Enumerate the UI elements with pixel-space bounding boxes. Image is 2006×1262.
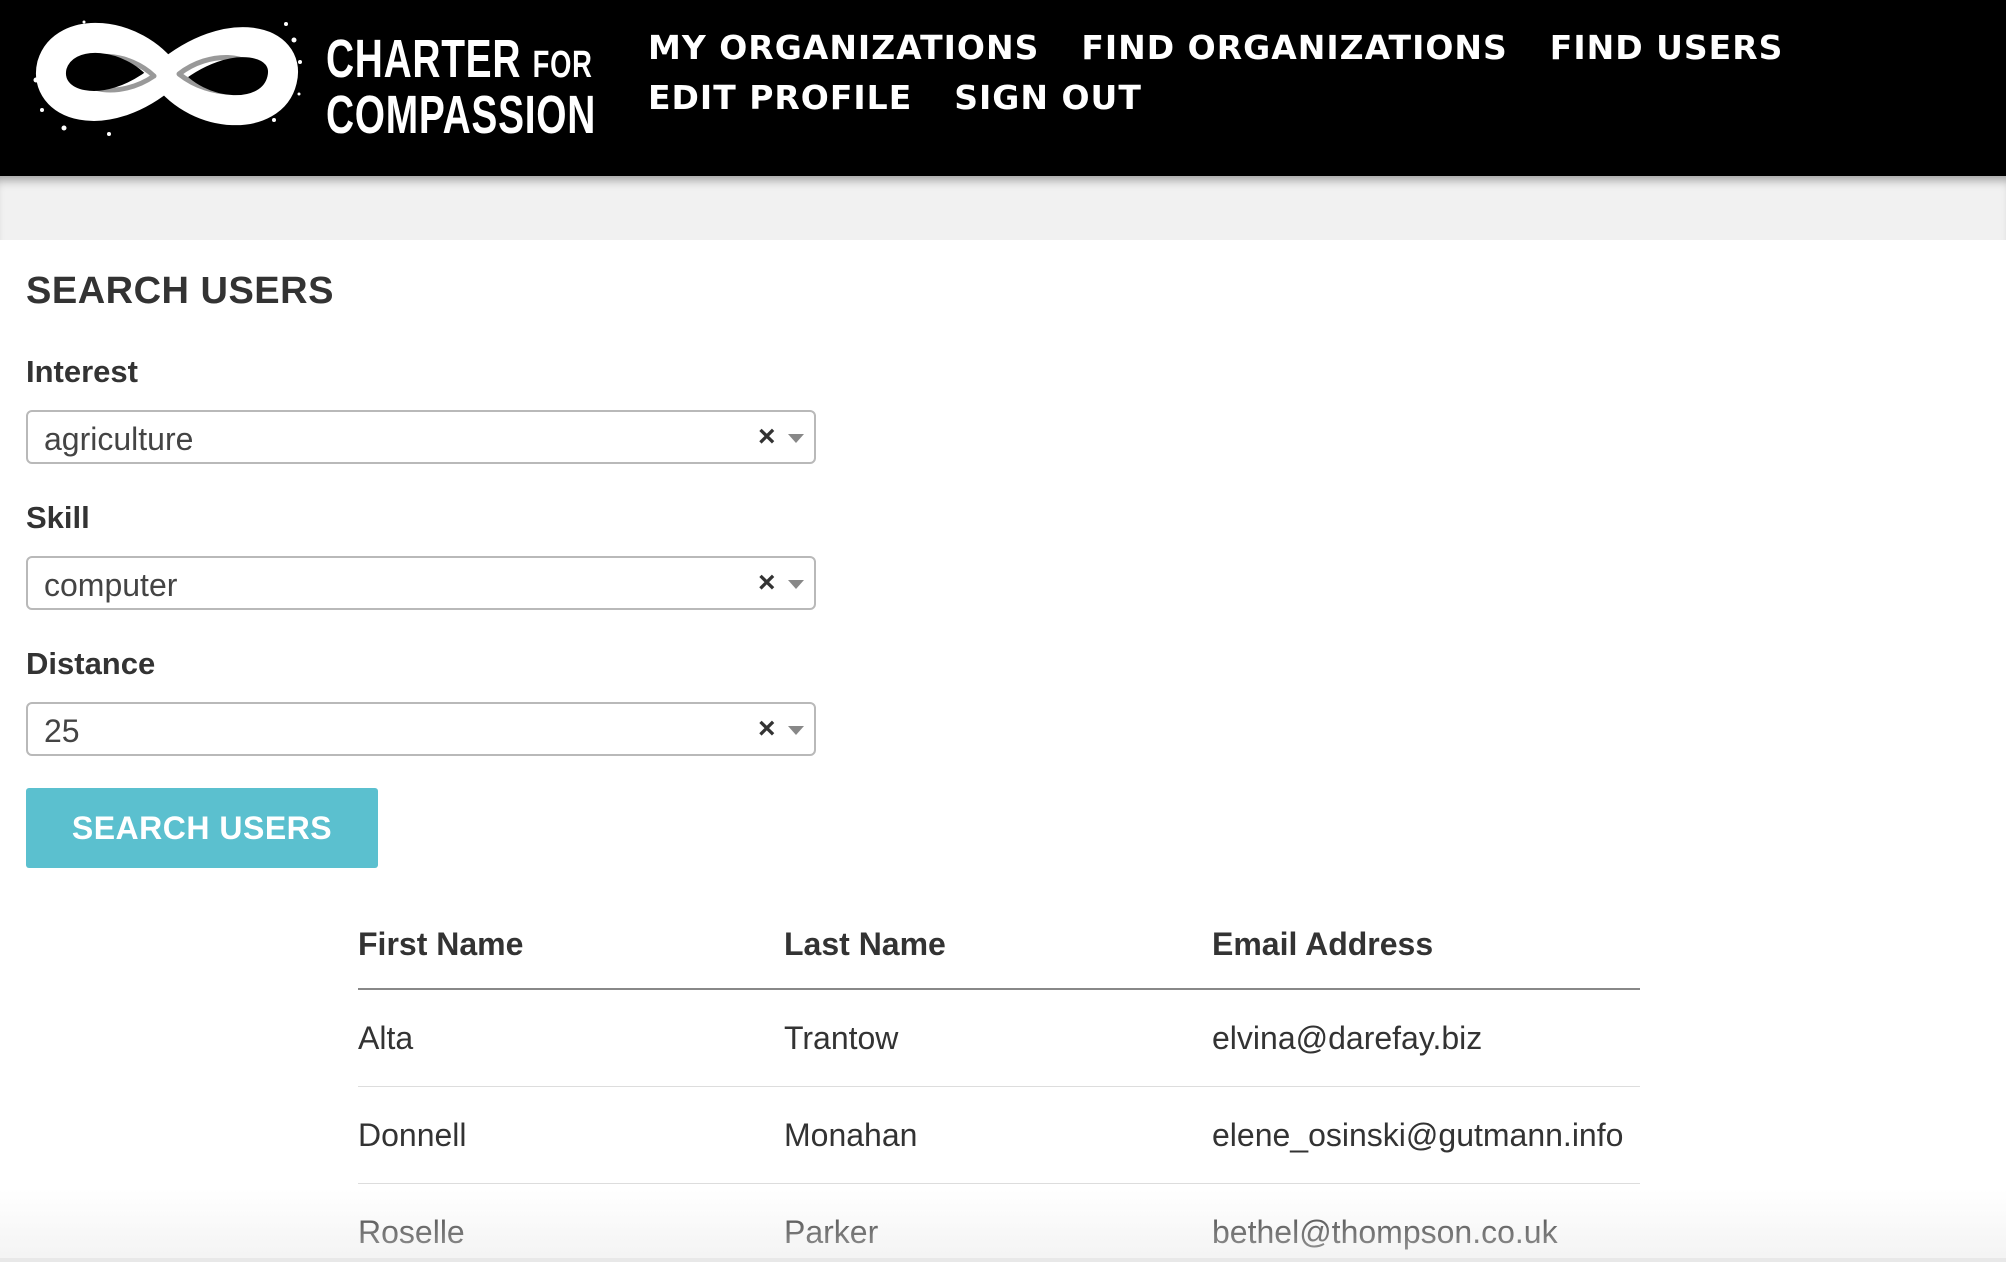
- interest-selected-value: agriculture: [44, 421, 194, 457]
- nav-find-organizations[interactable]: FIND ORGANIZATIONS: [1081, 28, 1507, 67]
- nav-my-organizations[interactable]: MY ORGANIZATIONS: [648, 28, 1039, 67]
- page: CHARTER FOR COMPASSION MY ORGANIZATIONS …: [0, 0, 2006, 1262]
- skill-selected-value: computer: [44, 567, 178, 603]
- cell-first-name: Alta: [358, 989, 784, 1087]
- results-table-header: First Name Last Name Email Address: [358, 900, 1640, 990]
- page-title: SEARCH USERS: [26, 270, 334, 312]
- interest-select[interactable]: agriculture ×: [26, 410, 816, 464]
- logo-word-for: FOR: [532, 44, 593, 86]
- interest-clear-icon[interactable]: ×: [758, 422, 776, 452]
- results-table-body: Alta Trantow elvina@darefay.biz Donnell …: [358, 989, 1640, 1262]
- search-users-button[interactable]: SEARCH USERS: [26, 788, 378, 868]
- nav-edit-profile[interactable]: EDIT PROFILE: [648, 78, 912, 117]
- skill-chevron-down-icon[interactable]: [788, 580, 804, 589]
- skill-clear-icon[interactable]: ×: [758, 568, 776, 598]
- cell-email: elvina@darefay.biz: [1212, 989, 1640, 1087]
- distance-label: Distance: [26, 646, 156, 681]
- table-row: Roselle Parker bethel@thompson.co.uk: [358, 1183, 1640, 1262]
- site-logo-link[interactable]: CHARTER FOR COMPASSION: [24, 10, 595, 142]
- column-header-email: Email Address: [1212, 900, 1640, 990]
- column-header-first-name: First Name: [358, 900, 784, 990]
- skill-label: Skill: [26, 500, 90, 535]
- distance-select[interactable]: 25 ×: [26, 702, 816, 756]
- interest-label: Interest: [26, 354, 138, 389]
- logo-line-1: CHARTER FOR: [326, 32, 596, 90]
- main-nav: MY ORGANIZATIONS FIND ORGANIZATIONS FIND…: [648, 22, 1782, 122]
- cell-last-name: Parker: [784, 1183, 1212, 1262]
- cell-first-name: Donnell: [358, 1086, 784, 1184]
- nav-sign-out[interactable]: SIGN OUT: [954, 78, 1142, 117]
- cell-last-name: Trantow: [784, 989, 1212, 1087]
- cell-first-name: Roselle: [358, 1183, 784, 1262]
- logo-word-charter: CHARTER: [326, 29, 522, 89]
- results-table: First Name Last Name Email Address Alta …: [358, 900, 1640, 1262]
- table-row: Alta Trantow elvina@darefay.biz: [358, 989, 1640, 1087]
- distance-clear-icon[interactable]: ×: [758, 714, 776, 744]
- distance-chevron-down-icon[interactable]: [788, 726, 804, 735]
- table-row: Donnell Monahan elene_osinski@gutmann.in…: [358, 1086, 1640, 1184]
- nav-row-2: EDIT PROFILE SIGN OUT: [648, 72, 1748, 122]
- site-header: CHARTER FOR COMPASSION MY ORGANIZATIONS …: [0, 0, 2006, 176]
- cell-email: elene_osinski@gutmann.info: [1212, 1086, 1640, 1184]
- skill-select[interactable]: computer ×: [26, 556, 816, 610]
- bottom-edge: [0, 1258, 2006, 1262]
- infinity-logo-icon: [33, 20, 302, 136]
- nav-row-1: MY ORGANIZATIONS FIND ORGANIZATIONS FIND…: [648, 22, 1782, 72]
- cell-last-name: Monahan: [784, 1086, 1212, 1184]
- nav-find-users[interactable]: FIND USERS: [1550, 28, 1784, 67]
- logo-wordmark: CHARTER FOR COMPASSION: [326, 32, 597, 145]
- column-header-last-name: Last Name: [784, 900, 1212, 990]
- cell-email: bethel@thompson.co.uk: [1212, 1183, 1640, 1262]
- distance-selected-value: 25: [44, 713, 80, 749]
- interest-chevron-down-icon[interactable]: [788, 434, 804, 443]
- header-subbar: [0, 176, 2006, 240]
- results-header-row: First Name Last Name Email Address: [358, 900, 1640, 990]
- logo-word-compassion: COMPASSION: [326, 85, 597, 145]
